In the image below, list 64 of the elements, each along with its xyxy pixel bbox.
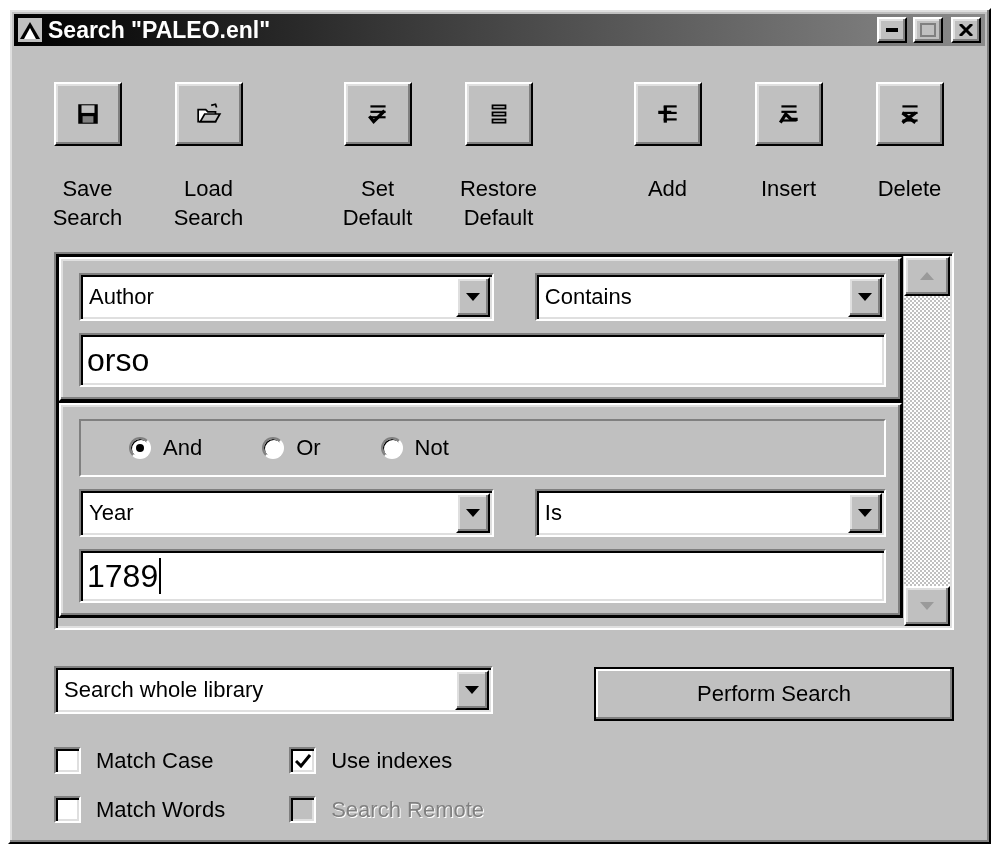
dropdown[interactable]: Year: [79, 489, 494, 537]
dropdown-value: Is: [544, 500, 563, 526]
perform-search-button[interactable]: Perform Search: [594, 667, 954, 721]
checkbox-label: Match Case: [96, 747, 214, 774]
window-title: Search "PALEO.enl": [48, 16, 272, 44]
checkbox[interactable]: [54, 747, 81, 774]
down-arrow-icon: [858, 293, 872, 301]
dropdown-value: Author: [89, 284, 155, 310]
checkbox-label: Use indexes: [331, 747, 453, 774]
dropdown[interactable]: Search whole library: [54, 666, 493, 714]
dropdown-arrow-button[interactable]: [848, 277, 882, 317]
dropdown-arrow-button[interactable]: [455, 277, 490, 317]
radio-button[interactable]: [129, 437, 151, 459]
toolbar-button-label: Load Search: [173, 175, 244, 232]
toolbar-button[interactable]: [174, 82, 243, 146]
radio-label: Or: [296, 435, 321, 461]
minimize-icon: [886, 28, 898, 32]
toolbar-button[interactable]: [754, 82, 823, 146]
scroll-up-button[interactable]: [904, 256, 950, 296]
down-arrow-icon: [465, 686, 479, 694]
checkbox-label: Match Words: [96, 796, 226, 823]
app-icon: [18, 18, 42, 42]
close-button[interactable]: [951, 17, 981, 43]
toolbar-button[interactable]: [875, 82, 944, 146]
scroll-down-button[interactable]: [904, 586, 950, 626]
checkbox-label: Search Remote: [331, 796, 485, 823]
toolbar-button-label: Add: [647, 175, 688, 203]
minimize-button[interactable]: [877, 17, 907, 43]
toolbar-button[interactable]: [53, 82, 122, 146]
radio-button[interactable]: [262, 437, 285, 459]
toolbar-button-label: Delete: [877, 175, 942, 203]
toolbar-button[interactable]: [633, 82, 702, 146]
checkbox[interactable]: [54, 796, 81, 823]
toolbar-button-label: Insert: [761, 175, 816, 203]
scrollbar[interactable]: [904, 256, 950, 626]
text-field[interactable]: 1789: [79, 549, 886, 603]
dropdown-value: Contains: [544, 284, 633, 310]
maximize-icon: [920, 23, 936, 37]
radio-label: Not: [414, 435, 449, 461]
checkbox[interactable]: [289, 747, 317, 774]
radio-label: And: [163, 435, 203, 461]
dropdown[interactable]: Author: [79, 273, 494, 321]
down-arrow-icon: [920, 602, 934, 610]
close-icon: [959, 24, 973, 36]
maximize-button[interactable]: [913, 17, 943, 43]
dropdown-arrow-button[interactable]: [455, 493, 490, 533]
dropdown[interactable]: Is: [534, 489, 886, 537]
toolbar-button-label: Restore Default: [459, 175, 537, 232]
dropdown[interactable]: Contains: [534, 273, 886, 321]
down-arrow-icon: [858, 509, 872, 517]
check-icon: [294, 753, 311, 768]
up-arrow-icon: [920, 272, 934, 280]
text-field[interactable]: orso: [79, 333, 886, 387]
toolbar-button-label: Save Search: [52, 175, 123, 232]
toolbar-button[interactable]: [343, 82, 412, 146]
toolbar-button[interactable]: [464, 82, 533, 146]
down-arrow-icon: [465, 293, 480, 301]
dropdown-value: Year: [89, 500, 135, 526]
dropdown-arrow-button[interactable]: [455, 670, 489, 710]
radio-button[interactable]: [380, 437, 403, 459]
toolbar-button-label: Set Default: [342, 175, 413, 232]
dropdown-arrow-button[interactable]: [848, 493, 882, 533]
dropdown-value: Search whole library: [64, 677, 265, 703]
down-arrow-icon: [465, 509, 480, 517]
